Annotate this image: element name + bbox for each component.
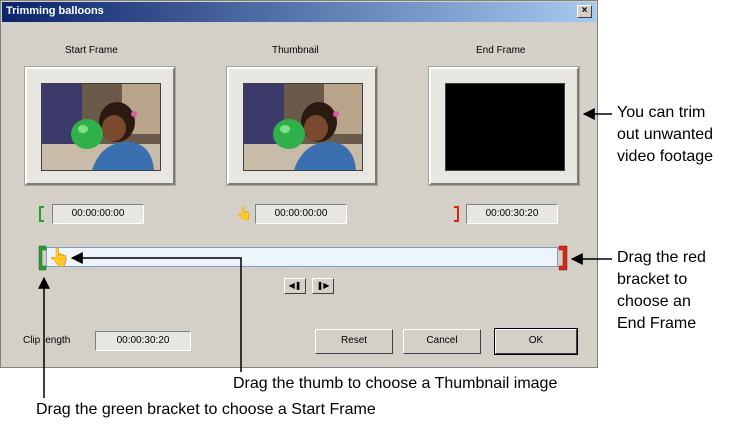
annotation-trim-line: out unwanted — [617, 126, 714, 143]
annotation-trim-line: You can trim — [617, 104, 706, 121]
annotation-trim: You can trim out unwanted video footage — [617, 102, 713, 168]
annotation-red-line: Drag the red — [617, 249, 706, 266]
annotation-red-line: choose an — [617, 293, 691, 310]
annotation-lines — [38, 108, 612, 398]
annotation-trim-line: video footage — [617, 148, 714, 165]
annotation-red-line: End Frame — [617, 315, 697, 332]
annotation-red-bracket: Drag the red bracket to choose an End Fr… — [617, 247, 706, 335]
annotation-red-line: bracket to — [617, 271, 688, 288]
annotation-thumb: Drag the thumb to choose a Thumbnail ima… — [233, 375, 558, 392]
annotation-green-bracket: Drag the green bracket to choose a Start… — [36, 401, 376, 418]
